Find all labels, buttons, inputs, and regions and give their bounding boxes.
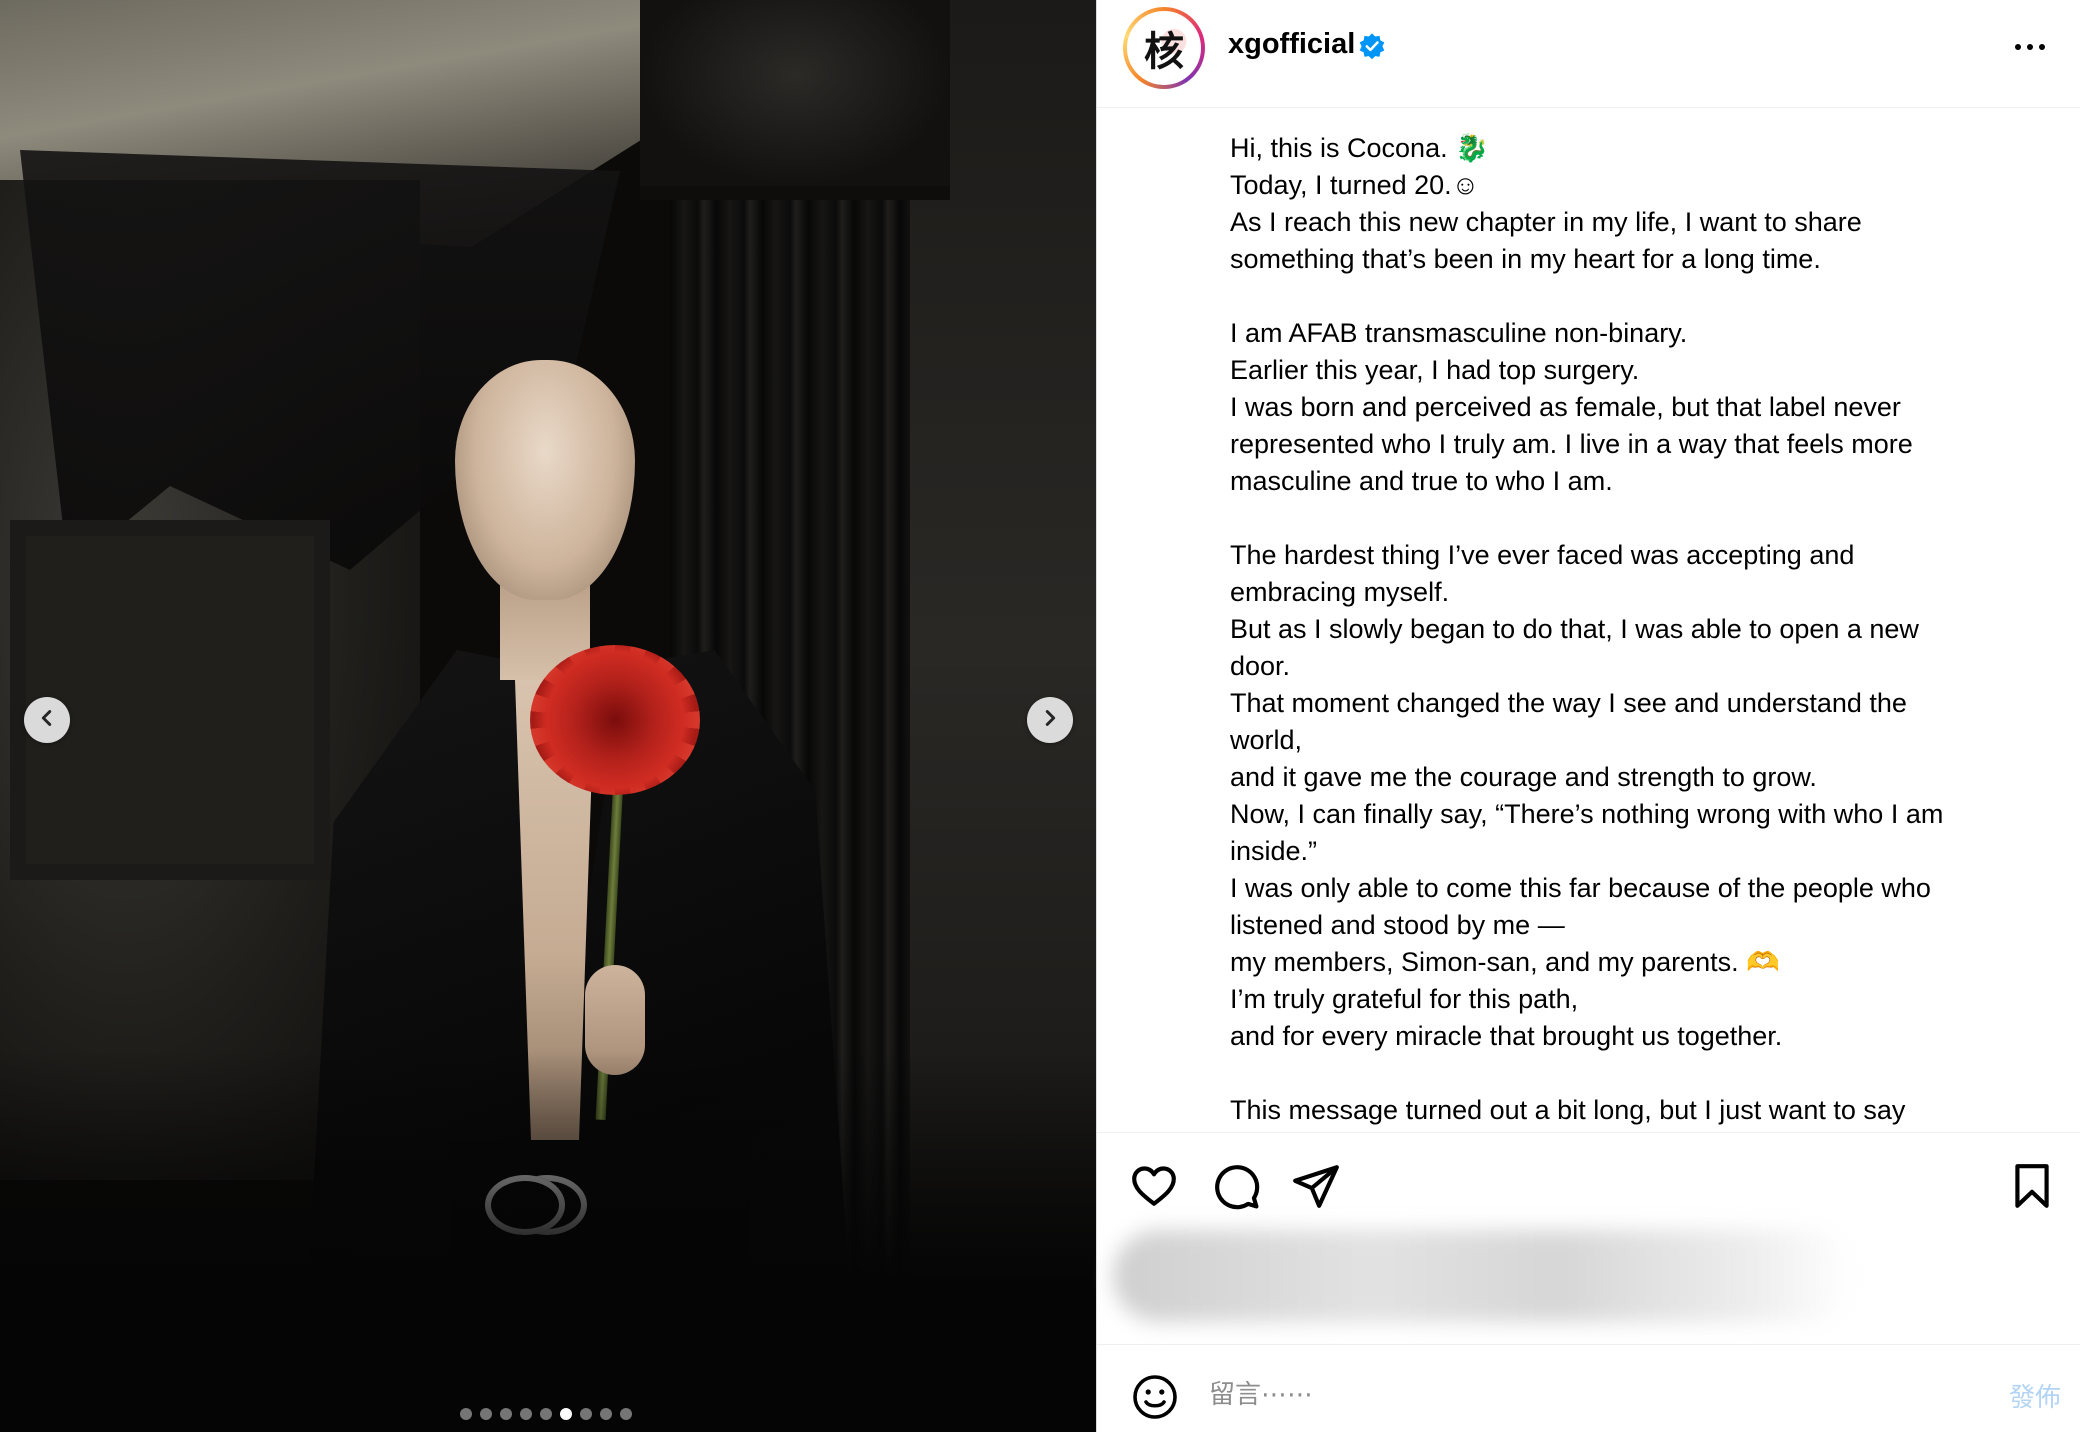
emoji-button[interactable] bbox=[1131, 1373, 1179, 1421]
caption-line: I was only able to come this far because… bbox=[1230, 873, 1931, 903]
comment-icon bbox=[1215, 1165, 1260, 1210]
carousel-dot bbox=[560, 1408, 572, 1420]
caption-line: As I reach this new chapter in my life, … bbox=[1230, 207, 1862, 237]
comment-input[interactable] bbox=[1209, 1371, 1849, 1419]
comment-button[interactable] bbox=[1211, 1161, 1261, 1211]
caption-line: I’m truly grateful for this path, bbox=[1230, 984, 1579, 1014]
chevron-right-icon bbox=[1039, 707, 1061, 734]
photo-floor-shadow bbox=[0, 1050, 1096, 1432]
carousel-pagination bbox=[460, 1407, 640, 1421]
heart-icon bbox=[1132, 1166, 1176, 1206]
caption-blank-line bbox=[1230, 278, 2050, 315]
post-actions bbox=[1097, 1132, 2080, 1224]
carousel-dot bbox=[500, 1408, 512, 1420]
caption-line: Hi, this is Cocona. 🐉 bbox=[1230, 133, 1489, 163]
caption-line: The hardest thing I’ve ever faced was ac… bbox=[1230, 540, 1855, 570]
post-header: 核 xgofficial bbox=[1097, 0, 2080, 108]
photo-column-capital bbox=[640, 0, 950, 200]
post-caption: Hi, this is Cocona. 🐉 Today, I turned 20.… bbox=[1230, 130, 2050, 1130]
carousel-prev-button[interactable] bbox=[24, 697, 70, 743]
caption-line: I was born and perceived as female, but … bbox=[1230, 392, 1901, 422]
caption-line: and it gave me the courage and strength … bbox=[1230, 762, 1817, 792]
caption-blank-line bbox=[1230, 1055, 2050, 1092]
caption-line: represented who I truly am. I live in a … bbox=[1230, 429, 1913, 459]
caption-line: door. bbox=[1230, 651, 1291, 681]
carousel-dot bbox=[600, 1408, 612, 1420]
more-options-icon bbox=[2015, 44, 2021, 50]
avatar-logo: 核 bbox=[1127, 11, 1201, 85]
username[interactable]: xgofficial bbox=[1228, 28, 1355, 61]
caption-line: masculine and true to who I am. bbox=[1230, 466, 1613, 496]
caption-line: my members, Simon-san, and my parents. 🫶 bbox=[1230, 947, 1780, 977]
send-icon bbox=[1293, 1165, 1339, 1208]
verified-badge-icon bbox=[1359, 33, 1385, 60]
share-button[interactable] bbox=[1291, 1161, 1341, 1211]
chevron-left-icon bbox=[36, 707, 58, 734]
caption-line: But as I slowly began to do that, I was … bbox=[1230, 614, 1919, 644]
blurred-likes-region bbox=[1113, 1230, 1853, 1322]
bookmark-icon bbox=[2015, 1164, 2049, 1208]
post-comment-button[interactable]: 發佈 bbox=[2009, 1377, 2061, 1414]
carousel-next-button[interactable] bbox=[1027, 697, 1073, 743]
carousel-dot bbox=[580, 1408, 592, 1420]
post-media[interactable] bbox=[0, 0, 1096, 1432]
post-panel: 核 xgofficial Hi, this is Cocona. 🐉 Today,… bbox=[1096, 0, 2080, 1432]
more-options-button[interactable] bbox=[2009, 32, 2051, 62]
caption-line: Now, I can finally say, “There’s nothing… bbox=[1230, 799, 1944, 829]
emoji-icon bbox=[1133, 1375, 1177, 1419]
caption-line: something that’s been in my heart for a … bbox=[1230, 244, 1821, 274]
photo-red-dahlia bbox=[530, 645, 700, 795]
caption-line: embracing myself. bbox=[1230, 577, 1450, 607]
photo-head bbox=[455, 360, 635, 600]
caption-line: Earlier this year, I had top surgery. bbox=[1230, 355, 1640, 385]
caption-line: world, bbox=[1230, 725, 1303, 755]
carousel-dot bbox=[520, 1408, 532, 1420]
avatar[interactable]: 核 bbox=[1123, 7, 1205, 89]
caption-line: I am AFAB transmasculine non-binary. bbox=[1230, 318, 1688, 348]
caption-line: and for every miracle that brought us to… bbox=[1230, 1021, 1783, 1051]
caption-line: That moment changed the way I see and un… bbox=[1230, 688, 1907, 718]
caption-line: listened and stood by me — bbox=[1230, 910, 1565, 940]
caption-line: Today, I turned 20.☺ bbox=[1230, 170, 1480, 200]
comment-bar: 發佈 bbox=[1097, 1344, 2080, 1432]
like-button[interactable] bbox=[1129, 1161, 1179, 1211]
carousel-dot bbox=[460, 1408, 472, 1420]
caption-line: inside.” bbox=[1230, 836, 1318, 866]
carousel-dot bbox=[480, 1408, 492, 1420]
caption-blank-line bbox=[1230, 500, 2050, 537]
caption-line: This message turned out a bit long, but … bbox=[1230, 1095, 1906, 1125]
carousel-dot bbox=[620, 1408, 632, 1420]
save-button[interactable] bbox=[2007, 1161, 2057, 1211]
carousel-dot bbox=[540, 1408, 552, 1420]
